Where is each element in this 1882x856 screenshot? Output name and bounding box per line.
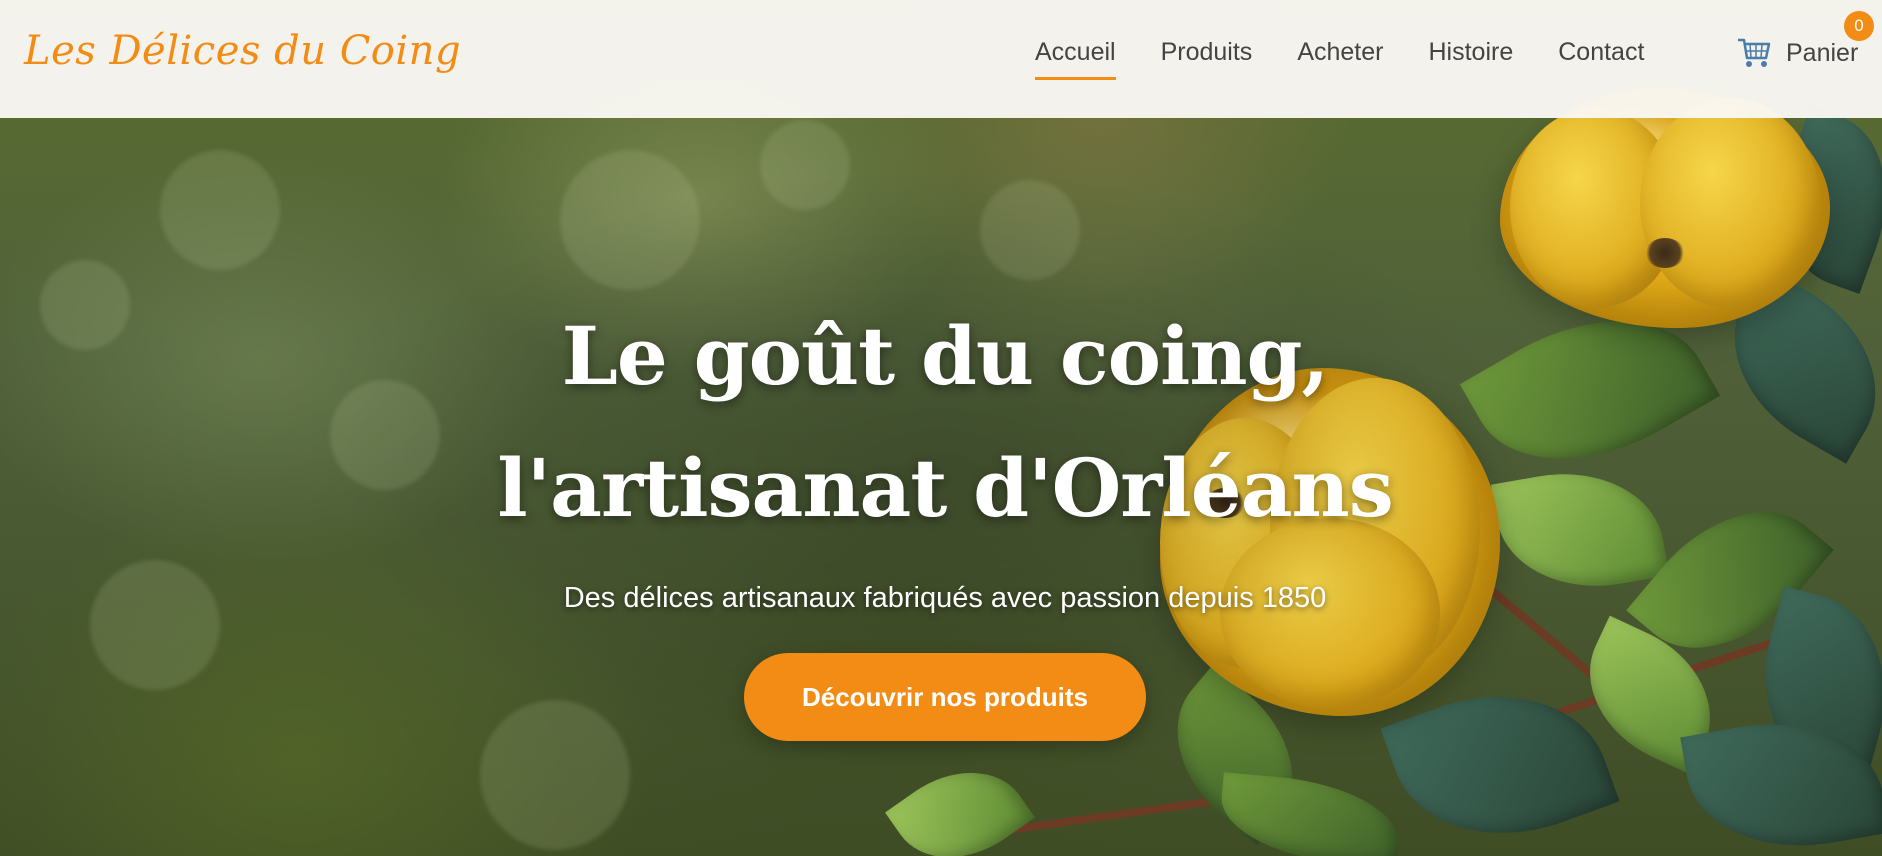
- nav-item-histoire[interactable]: Histoire: [1428, 38, 1513, 80]
- cart-label: Panier: [1786, 38, 1859, 67]
- hero-subtitle: Des délices artisanaux fabriqués avec pa…: [563, 582, 1327, 614]
- cart-count-badge: 0: [1844, 11, 1874, 41]
- discover-products-button[interactable]: Découvrir nos produits: [744, 653, 1146, 741]
- site-header: Les Délices du Coing Accueil Produits Ac…: [0, 0, 1882, 118]
- hero-section: Le goût du coing, l'artisanat d'Orléans …: [0, 290, 1882, 741]
- hero-title: Le goût du coing, l'artisanat d'Orléans: [497, 309, 1393, 535]
- nav-item-contact[interactable]: Contact: [1558, 38, 1644, 80]
- nav-item-produits[interactable]: Produits: [1161, 38, 1253, 80]
- nav-item-accueil[interactable]: Accueil: [1035, 38, 1116, 80]
- nav-item-acheter[interactable]: Acheter: [1297, 38, 1383, 80]
- main-nav: Accueil Produits Acheter Histoire Contac…: [1035, 38, 1644, 80]
- shopping-cart-icon: [1738, 38, 1771, 67]
- home-page: Les Délices du Coing Accueil Produits Ac…: [0, 0, 1882, 856]
- cart-button[interactable]: Panier: [1736, 36, 1858, 70]
- site-logo[interactable]: Les Délices du Coing: [24, 28, 461, 74]
